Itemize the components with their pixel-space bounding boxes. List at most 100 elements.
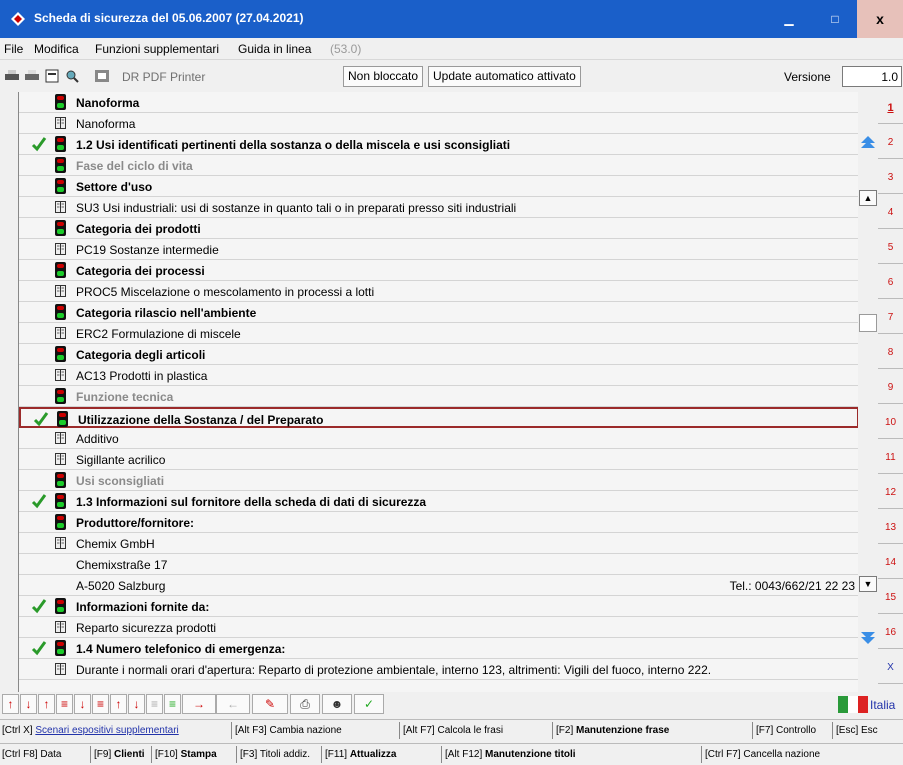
top-icon[interactable]: ↑ [110, 694, 127, 714]
shortcut-item[interactable]: [Alt F12] Manutenzione titoli [445, 749, 576, 760]
section-tab[interactable]: 9 [878, 372, 903, 404]
lines-icon[interactable]: ≡ [56, 694, 73, 714]
section-tab[interactable]: 6 [878, 267, 903, 299]
section-tab[interactable]: 5 [878, 232, 903, 264]
section-tab[interactable]: 1 [878, 92, 903, 124]
section-tab[interactable]: 16 [878, 617, 903, 649]
menu-funzioni-supplementari[interactable]: Funzioni supplementari [95, 42, 219, 56]
menu-modifica[interactable]: Modifica [34, 42, 79, 56]
list-row[interactable]: Durante i normali orari d'apertura: Repa… [19, 659, 858, 680]
list-row[interactable]: Usi sconsigliati [19, 470, 858, 491]
version-input[interactable] [842, 66, 902, 87]
list-row[interactable]: PC19 Sostanze intermedie [19, 239, 858, 260]
section-tab[interactable]: 12 [878, 477, 903, 509]
list-row[interactable]: 1.2 Usi identificati pertinenti della so… [19, 134, 858, 155]
list-row[interactable]: SU3 Usi industriali: usi di sostanze in … [19, 197, 858, 218]
edit-icon[interactable]: ✎ [252, 694, 288, 714]
close-button[interactable]: x [857, 0, 903, 38]
scroll-down-button[interactable]: ▼ [859, 576, 877, 592]
list-row[interactable]: Informazioni fornite da: [19, 596, 858, 617]
arrow-right-icon[interactable]: → [182, 694, 216, 714]
minimize-button[interactable]: ▁ [766, 0, 812, 38]
menu-file[interactable]: File [4, 42, 23, 56]
shortcut-item[interactable]: [Ctrl X] Scenari espositivi supplementar… [2, 725, 179, 736]
list-row[interactable]: Fase del ciclo di vita [19, 155, 858, 176]
menu-guida-in-linea[interactable]: Guida in linea [238, 42, 311, 56]
arrow-left-icon[interactable]: ← [216, 694, 250, 714]
lock-status-button[interactable]: Non bloccato [343, 66, 424, 87]
list-row[interactable]: Categoria degli articoli [19, 344, 858, 365]
shortcut-item[interactable]: [Ctrl F7] Cancella nazione [705, 749, 820, 760]
list-row[interactable]: Nanoforma [19, 113, 858, 134]
insert-below-icon[interactable]: ↓ [74, 694, 91, 714]
pdf-printer-label[interactable]: DR PDF Printer [122, 70, 205, 84]
list-row[interactable]: AC13 Prodotti in plastica [19, 365, 858, 386]
list-row[interactable]: Produttore/fornitore: [19, 512, 858, 533]
printer-icon[interactable] [4, 69, 20, 83]
move-down-icon[interactable]: ↓ [20, 694, 37, 714]
move-up-icon[interactable]: ↑ [2, 694, 19, 714]
list-row[interactable]: 1.3 Informazioni sul fornitore della sch… [19, 491, 858, 512]
list-edit-icon[interactable]: ≡ [164, 694, 181, 714]
indent-icon[interactable]: ≡ [146, 694, 163, 714]
scroll-bottom-icon[interactable] [860, 630, 876, 646]
italy-flag-icon[interactable] [838, 696, 868, 713]
print-icon[interactable]: ⎙ [290, 694, 320, 714]
list-row[interactable]: A-5020 Salzburg Tel.: 0043/662/21 22 23 [19, 575, 858, 596]
shortcut-item[interactable]: [F7] Controllo [756, 725, 816, 736]
section-tab[interactable]: 4 [878, 197, 903, 229]
list-row[interactable]: Sigillante acrilico [19, 449, 858, 470]
search-icon[interactable] [64, 69, 80, 83]
section-tab[interactable]: 2 [878, 127, 903, 159]
section-tab[interactable]: 7 [878, 302, 903, 334]
shortcut-item[interactable]: [F11] Attualizza [325, 749, 397, 760]
vertical-scrollbar[interactable]: ▲ ▼ [858, 92, 878, 692]
shortcut-key: [F10] [155, 749, 178, 760]
list-row[interactable]: PROC5 Miscelazione o mescolamento in pro… [19, 281, 858, 302]
shortcut-item[interactable]: [F2] Manutenzione frase [556, 725, 669, 736]
shortcut-item[interactable]: [Alt F3] Cambia nazione [235, 725, 342, 736]
shortcut-item[interactable]: [F9] Clienti [94, 749, 145, 760]
auto-update-button[interactable]: Update automatico attivato [428, 66, 581, 87]
list-row[interactable]: Settore d'uso [19, 176, 858, 197]
section-tab[interactable]: 13 [878, 512, 903, 544]
scroll-top-icon[interactable] [860, 134, 876, 150]
list-row[interactable]: Utilizzazione della Sostanza / del Prepa… [19, 407, 858, 428]
maximize-button[interactable]: □ [812, 0, 858, 38]
pdf-printer-icon[interactable] [94, 69, 110, 83]
shortcut-item[interactable]: [F10] Stampa [155, 749, 217, 760]
scroll-thumb[interactable] [859, 314, 877, 332]
section-tab[interactable]: X [878, 652, 903, 684]
list-row[interactable]: Chemixstraße 17 [19, 554, 858, 575]
printer-settings-icon[interactable] [24, 69, 40, 83]
section-tab[interactable]: 8 [878, 337, 903, 369]
list-row[interactable]: Additivo [19, 428, 858, 449]
section-tab[interactable]: 10 [878, 407, 903, 439]
shortcut-item[interactable]: [Ctrl F8] Data [2, 749, 61, 760]
list-row[interactable]: Funzione tecnica [19, 386, 858, 407]
language-label[interactable]: Italia [870, 698, 895, 712]
check-icon[interactable]: ✓ [354, 694, 384, 714]
row-text: SU3 Usi industriali: usi di sostanze in … [76, 201, 517, 215]
list-row[interactable]: Categoria dei processi [19, 260, 858, 281]
shortcut-item[interactable]: [Esc] Esc [836, 725, 878, 736]
list-row[interactable]: Nanoforma [19, 92, 858, 113]
section-tab[interactable]: 11 [878, 442, 903, 474]
scroll-up-button[interactable]: ▲ [859, 190, 877, 206]
insert-above-icon[interactable]: ↑ [38, 694, 55, 714]
shortcut-item[interactable]: [F3] Titoli addiz. [240, 749, 310, 760]
section-tab[interactable]: 14 [878, 547, 903, 579]
list-row[interactable]: Reparto sicurezza prodotti [19, 617, 858, 638]
bottom-icon[interactable]: ↓ [128, 694, 145, 714]
lines-2-icon[interactable]: ≡ [92, 694, 109, 714]
list-row[interactable]: Categoria dei prodotti [19, 218, 858, 239]
list-row[interactable]: Chemix GmbH [19, 533, 858, 554]
list-row[interactable]: ERC2 Formulazione di miscele [19, 323, 858, 344]
users-icon[interactable]: ☻ [322, 694, 352, 714]
section-tab[interactable]: 3 [878, 162, 903, 194]
list-row[interactable]: 1.4 Numero telefonico di emergenza: [19, 638, 858, 659]
shortcut-item[interactable]: [Alt F7] Calcola le frasi [403, 725, 503, 736]
print-preview-icon[interactable] [44, 69, 60, 83]
section-tab[interactable]: 15 [878, 582, 903, 614]
list-row[interactable]: Categoria rilascio nell'ambiente [19, 302, 858, 323]
